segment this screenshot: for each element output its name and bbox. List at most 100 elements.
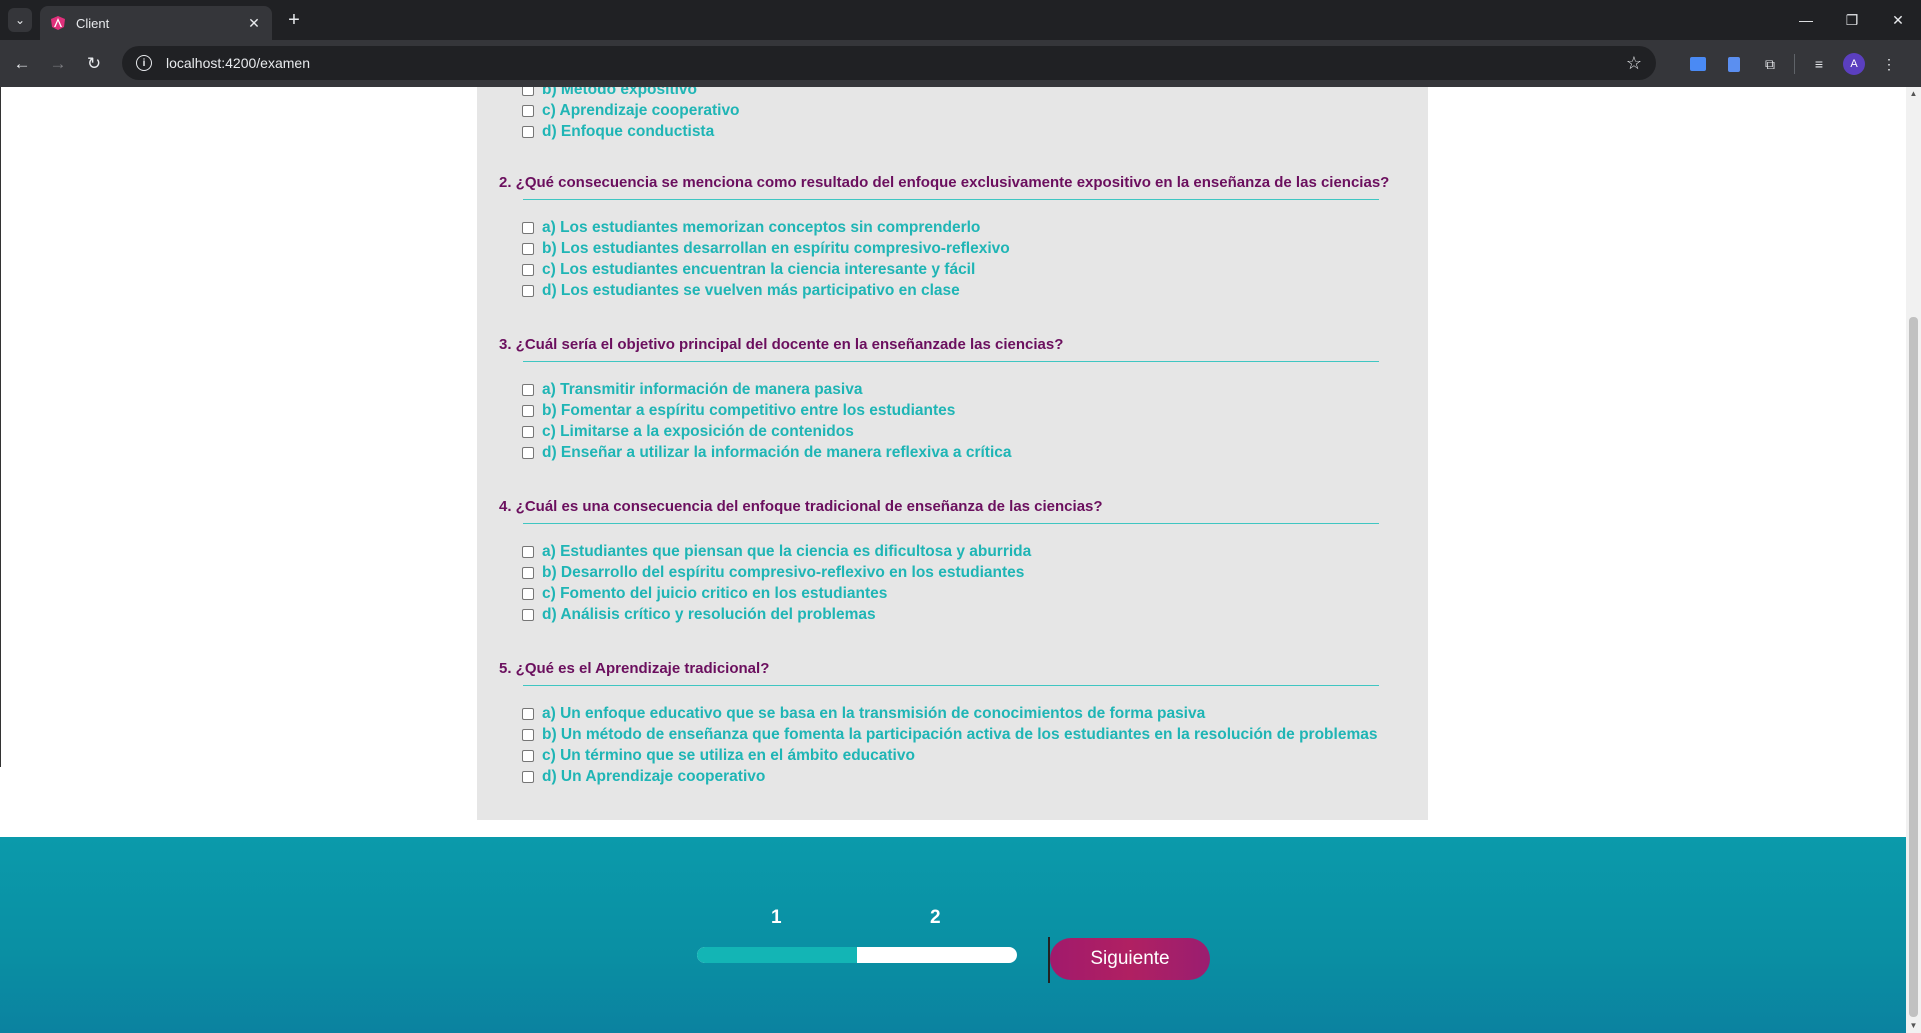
reload-icon[interactable]: ↻ bbox=[82, 52, 106, 76]
minimize-icon[interactable]: — bbox=[1783, 0, 1829, 40]
option-label: b) Un método de enseñanza que fomenta la… bbox=[542, 725, 1378, 743]
option-checkbox[interactable] bbox=[522, 707, 534, 720]
option-checkbox[interactable] bbox=[522, 728, 534, 741]
option-label: d) Análisis crítico y resolución del pro… bbox=[542, 605, 876, 623]
profile-avatar[interactable]: A bbox=[1843, 53, 1865, 75]
question-title: 5. ¿Qué es el Aprendizaje tradicional? bbox=[499, 660, 770, 677]
address-bar[interactable]: i localhost:4200/examen ☆ bbox=[122, 46, 1656, 80]
option-checkbox[interactable] bbox=[522, 566, 534, 579]
browser-tab[interactable]: Client ✕ bbox=[40, 6, 272, 40]
option-q4-a[interactable]: a) Estudiantes que piensan que la cienci… bbox=[522, 541, 1031, 562]
quiz-panel: b) Método expositivo c) Aprendizaje coop… bbox=[477, 87, 1428, 820]
question-divider bbox=[523, 361, 1379, 362]
page-scrollbar[interactable]: ▲ ▼ bbox=[1906, 87, 1921, 1033]
bookmark-star-icon[interactable]: ☆ bbox=[1626, 53, 1642, 74]
scrollbar-thumb[interactable] bbox=[1909, 317, 1918, 1017]
browser-menu-icon[interactable]: ⋮ bbox=[1877, 52, 1901, 76]
next-button[interactable]: Siguiente bbox=[1050, 938, 1210, 980]
option-label: d) Enfoque conductista bbox=[542, 122, 715, 140]
option-label: d) Los estudiantes se vuelven más partic… bbox=[542, 281, 960, 299]
option-label: b) Fomentar a espíritu competitivo entre… bbox=[542, 401, 956, 419]
option-checkbox[interactable] bbox=[522, 87, 534, 96]
browser-tab-bar: ⌄ Client ✕ + — ❐ ✕ bbox=[0, 0, 1921, 40]
scroll-down-arrow-icon[interactable]: ▼ bbox=[1906, 1021, 1921, 1031]
browser-toolbar: ← → ↻ i localhost:4200/examen ☆ ⧉ ≡ A ⋮ bbox=[0, 40, 1921, 87]
option-q4-d[interactable]: d) Análisis crítico y resolución del pro… bbox=[522, 604, 876, 625]
option-checkbox[interactable] bbox=[522, 383, 534, 396]
option-label: d) Un Aprendizaje cooperativo bbox=[542, 767, 766, 785]
tab-close-icon[interactable]: ✕ bbox=[246, 15, 262, 32]
option-checkbox[interactable] bbox=[522, 242, 534, 255]
left-edge-line bbox=[0, 87, 1, 767]
angular-favicon-icon bbox=[51, 16, 65, 30]
option-checkbox[interactable] bbox=[522, 221, 534, 234]
option-checkbox[interactable] bbox=[522, 425, 534, 438]
google-translate-icon[interactable] bbox=[1686, 52, 1710, 76]
option-label: d) Enseñar a utilizar la información de … bbox=[542, 443, 1012, 461]
restore-icon[interactable]: ❐ bbox=[1829, 0, 1875, 40]
option-q5-d[interactable]: d) Un Aprendizaje cooperativo bbox=[522, 766, 765, 787]
tab-search-icon[interactable]: ⌄ bbox=[8, 8, 32, 32]
option-label: b) Los estudiantes desarrollan en espíri… bbox=[542, 239, 1010, 257]
toolbar-divider bbox=[1794, 54, 1795, 74]
question-divider bbox=[523, 685, 1379, 686]
option-checkbox[interactable] bbox=[522, 104, 534, 117]
option-q3-b[interactable]: b) Fomentar a espíritu competitivo entre… bbox=[522, 400, 955, 421]
option-label: b) Desarrollo del espíritu compresivo-re… bbox=[542, 563, 1025, 581]
option-q1-b[interactable]: b) Método expositivo bbox=[522, 87, 697, 100]
option-checkbox[interactable] bbox=[522, 770, 534, 783]
option-q4-c[interactable]: c) Fomento del juicio critico en los est… bbox=[522, 583, 887, 604]
close-window-icon[interactable]: ✕ bbox=[1875, 0, 1921, 40]
option-q5-c[interactable]: c) Un término que se utiliza en el ámbit… bbox=[522, 745, 915, 766]
forward-arrow-icon[interactable]: → bbox=[46, 52, 70, 76]
option-q5-a[interactable]: a) Un enfoque educativo que se basa en l… bbox=[522, 703, 1205, 724]
scroll-up-arrow-icon[interactable]: ▲ bbox=[1906, 89, 1921, 99]
option-q2-b[interactable]: b) Los estudiantes desarrollan en espíri… bbox=[522, 238, 1010, 259]
step-2-label: 2 bbox=[930, 907, 941, 928]
extensions-puzzle-icon[interactable]: ⧉ bbox=[1758, 52, 1782, 76]
question-divider bbox=[523, 199, 1379, 200]
window-controls: — ❐ ✕ bbox=[1783, 0, 1921, 40]
option-label: a) Estudiantes que piensan que la cienci… bbox=[542, 542, 1032, 560]
option-q5-b[interactable]: b) Un método de enseñanza que fomenta la… bbox=[522, 724, 1377, 745]
docs-extension-icon[interactable] bbox=[1722, 52, 1746, 76]
option-q4-b[interactable]: b) Desarrollo del espíritu compresivo-re… bbox=[522, 562, 1024, 583]
question-title: 3. ¿Cuál sería el objetivo principal del… bbox=[499, 336, 1064, 353]
option-q1-c[interactable]: c) Aprendizaje cooperativo bbox=[522, 100, 740, 121]
option-q1-d[interactable]: d) Enfoque conductista bbox=[522, 121, 714, 142]
option-label: a) Los estudiantes memorizan conceptos s… bbox=[542, 218, 981, 236]
back-arrow-icon[interactable]: ← bbox=[10, 52, 34, 76]
question-title: 4. ¿Cuál es una consecuencia del enfoque… bbox=[499, 498, 1103, 515]
option-checkbox[interactable] bbox=[522, 125, 534, 138]
option-label: a) Un enfoque educativo que se basa en l… bbox=[542, 704, 1206, 722]
option-checkbox[interactable] bbox=[522, 608, 534, 621]
option-label: c) Aprendizaje cooperativo bbox=[542, 101, 740, 119]
option-q2-a[interactable]: a) Los estudiantes memorizan conceptos s… bbox=[522, 217, 980, 238]
option-checkbox[interactable] bbox=[522, 404, 534, 417]
new-tab-icon[interactable]: + bbox=[282, 8, 306, 32]
option-label: c) Los estudiantes encuentran la ciencia… bbox=[542, 260, 976, 278]
tab-title: Client bbox=[76, 15, 110, 31]
exam-progress-fill bbox=[697, 947, 857, 963]
option-label: c) Limitarse a la exposición de contenid… bbox=[542, 422, 854, 440]
question-title: 2. ¿Qué consecuencia se menciona como re… bbox=[499, 174, 1390, 191]
exam-footer: 1 2 Siguiente bbox=[0, 837, 1906, 1033]
step-1-label: 1 bbox=[771, 907, 782, 928]
page-viewport: b) Método expositivo c) Aprendizaje coop… bbox=[0, 87, 1906, 1033]
option-q3-a[interactable]: a) Transmitir información de manera pasi… bbox=[522, 379, 862, 400]
option-checkbox[interactable] bbox=[522, 263, 534, 276]
option-q3-c[interactable]: c) Limitarse a la exposición de contenid… bbox=[522, 421, 854, 442]
option-label: b) Método expositivo bbox=[542, 87, 697, 98]
option-checkbox[interactable] bbox=[522, 545, 534, 558]
option-checkbox[interactable] bbox=[522, 446, 534, 459]
media-control-icon[interactable]: ≡ bbox=[1807, 52, 1831, 76]
site-info-icon[interactable]: i bbox=[136, 55, 152, 71]
option-q3-d[interactable]: d) Enseñar a utilizar la información de … bbox=[522, 442, 1012, 463]
option-checkbox[interactable] bbox=[522, 749, 534, 762]
option-q2-d[interactable]: d) Los estudiantes se vuelven más partic… bbox=[522, 280, 960, 301]
extensions-area: ⧉ ≡ A ⋮ bbox=[1686, 52, 1913, 76]
option-q2-c[interactable]: c) Los estudiantes encuentran la ciencia… bbox=[522, 259, 975, 280]
option-checkbox[interactable] bbox=[522, 587, 534, 600]
url-text[interactable]: localhost:4200/examen bbox=[166, 55, 1626, 71]
option-checkbox[interactable] bbox=[522, 284, 534, 297]
